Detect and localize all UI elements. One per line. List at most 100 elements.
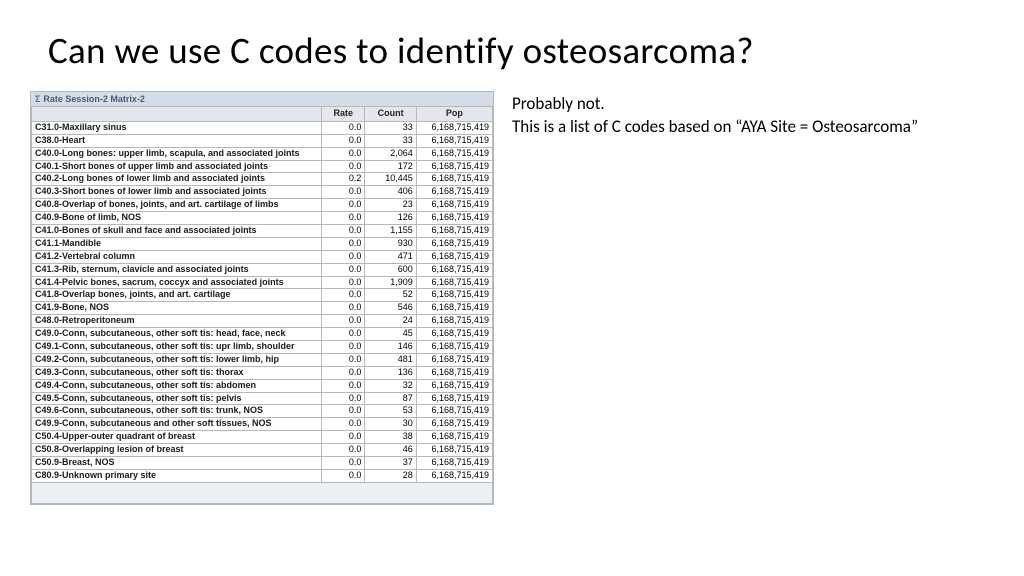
- table-header-row: Rate Count Pop: [32, 107, 493, 122]
- cell-count: 30: [365, 418, 416, 431]
- cell-count: 37: [365, 457, 416, 470]
- table-row: C40.2-Long bones of lower limb and assoc…: [32, 173, 493, 186]
- cell-rate: 0.0: [322, 431, 365, 444]
- cell-count: 172: [365, 160, 416, 173]
- cell-rate: 0.0: [322, 237, 365, 250]
- table-row: C40.8-Overlap of bones, joints, and art.…: [32, 199, 493, 212]
- cell-rate: 0.0: [322, 353, 365, 366]
- cell-rate: 0.0: [322, 302, 365, 315]
- cell-pop: 6,168,715,419: [416, 225, 492, 238]
- cell-rate: 0.0: [322, 418, 365, 431]
- table-row: C50.4-Upper-outer quadrant of breast0.03…: [32, 431, 493, 444]
- cell-pop: 6,168,715,419: [416, 276, 492, 289]
- cell-count: 87: [365, 392, 416, 405]
- cell-name: C49.9-Conn, subcutaneous and other soft …: [32, 418, 322, 431]
- cell-name: C80.9-Unknown primary site: [32, 469, 322, 482]
- panel-title: Rate Session-2 Matrix-2: [43, 94, 145, 104]
- cell-name: C41.2-Vertebral column: [32, 250, 322, 263]
- cell-pop: 6,168,715,419: [416, 418, 492, 431]
- cell-pop: 6,168,715,419: [416, 431, 492, 444]
- cell-count: 600: [365, 263, 416, 276]
- cell-count: 45: [365, 328, 416, 341]
- cell-rate: 0.0: [322, 341, 365, 354]
- cell-pop: 6,168,715,419: [416, 469, 492, 482]
- table-row: C49.9-Conn, subcutaneous and other soft …: [32, 418, 493, 431]
- cell-name: C41.4-Pelvic bones, sacrum, coccyx and a…: [32, 276, 322, 289]
- cell-rate: 0.0: [322, 392, 365, 405]
- cell-count: 33: [365, 134, 416, 147]
- table-row: C41.0-Bones of skull and face and associ…: [32, 225, 493, 238]
- page-title: Can we use C codes to identify osteosarc…: [0, 0, 1024, 91]
- table-row: C38.0-Heart0.0336,168,715,419: [32, 134, 493, 147]
- cell-pop: 6,168,715,419: [416, 250, 492, 263]
- table-row: C50.9-Breast, NOS0.0376,168,715,419: [32, 457, 493, 470]
- col-pop: Pop: [416, 107, 492, 122]
- cell-rate: 0.0: [322, 328, 365, 341]
- table-row: C40.3-Short bones of lower limb and asso…: [32, 186, 493, 199]
- table-row: C41.9-Bone, NOS0.05466,168,715,419: [32, 302, 493, 315]
- cell-pop: 6,168,715,419: [416, 212, 492, 225]
- table-row: C49.6-Conn, subcutaneous, other soft tis…: [32, 405, 493, 418]
- cell-name: C41.0-Bones of skull and face and associ…: [32, 225, 322, 238]
- cell-pop: 6,168,715,419: [416, 173, 492, 186]
- cell-pop: 6,168,715,419: [416, 134, 492, 147]
- cell-pop: 6,168,715,419: [416, 353, 492, 366]
- cell-rate: 0.0: [322, 405, 365, 418]
- cell-name: C50.4-Upper-outer quadrant of breast: [32, 431, 322, 444]
- cell-count: 10,445: [365, 173, 416, 186]
- cell-rate: 0.0: [322, 366, 365, 379]
- cell-name: C48.0-Retroperitoneum: [32, 315, 322, 328]
- cell-rate: 0.0: [322, 289, 365, 302]
- cell-pop: 6,168,715,419: [416, 263, 492, 276]
- cell-name: C49.6-Conn, subcutaneous, other soft tis…: [32, 405, 322, 418]
- cell-name: C41.9-Bone, NOS: [32, 302, 322, 315]
- table-row: C41.3-Rib, sternum, clavicle and associa…: [32, 263, 493, 276]
- cell-count: 52: [365, 289, 416, 302]
- table-row: C49.2-Conn, subcutaneous, other soft tis…: [32, 353, 493, 366]
- cell-pop: 6,168,715,419: [416, 302, 492, 315]
- cell-name: C40.9-Bone of limb, NOS: [32, 212, 322, 225]
- cell-pop: 6,168,715,419: [416, 457, 492, 470]
- cell-name: C41.8-Overlap bones, joints, and art. ca…: [32, 289, 322, 302]
- cell-count: 33: [365, 121, 416, 134]
- cell-rate: 0.0: [322, 212, 365, 225]
- table-row: C50.8-Overlapping lesion of breast0.0466…: [32, 444, 493, 457]
- cell-rate: 0.0: [322, 186, 365, 199]
- table-row: C48.0-Retroperitoneum0.0246,168,715,419: [32, 315, 493, 328]
- table-row: C49.0-Conn, subcutaneous, other soft tis…: [32, 328, 493, 341]
- col-name: [32, 107, 322, 122]
- cell-pop: 6,168,715,419: [416, 366, 492, 379]
- table-row: C80.9-Unknown primary site0.0286,168,715…: [32, 469, 493, 482]
- cell-pop: 6,168,715,419: [416, 186, 492, 199]
- sigma-icon: Σ: [35, 94, 40, 104]
- cell-name: C50.8-Overlapping lesion of breast: [32, 444, 322, 457]
- cell-rate: 0.0: [322, 160, 365, 173]
- cell-rate: 0.0: [322, 225, 365, 238]
- table-row: C40.1-Short bones of upper limb and asso…: [32, 160, 493, 173]
- col-count: Count: [365, 107, 416, 122]
- cell-name: C31.0-Maxillary sinus: [32, 121, 322, 134]
- cell-pop: 6,168,715,419: [416, 444, 492, 457]
- cell-count: 930: [365, 237, 416, 250]
- cell-name: C50.9-Breast, NOS: [32, 457, 322, 470]
- cell-pop: 6,168,715,419: [416, 379, 492, 392]
- cell-count: 23: [365, 199, 416, 212]
- cell-count: 38: [365, 431, 416, 444]
- cell-count: 406: [365, 186, 416, 199]
- cell-count: 471: [365, 250, 416, 263]
- cell-count: 24: [365, 315, 416, 328]
- data-table-panel: Σ Rate Session-2 Matrix-2 Rate Count Pop…: [30, 91, 494, 505]
- cell-rate: 0.0: [322, 263, 365, 276]
- cell-rate: 0.0: [322, 457, 365, 470]
- cell-count: 53: [365, 405, 416, 418]
- cell-count: 136: [365, 366, 416, 379]
- cell-count: 1,909: [365, 276, 416, 289]
- cell-name: C38.0-Heart: [32, 134, 322, 147]
- cell-pop: 6,168,715,419: [416, 392, 492, 405]
- cell-rate: 0.0: [322, 379, 365, 392]
- cell-count: 1,155: [365, 225, 416, 238]
- cell-name: C41.1-Mandible: [32, 237, 322, 250]
- cell-rate: 0.0: [322, 121, 365, 134]
- table-blank-row: [32, 482, 493, 503]
- cell-rate: 0.0: [322, 250, 365, 263]
